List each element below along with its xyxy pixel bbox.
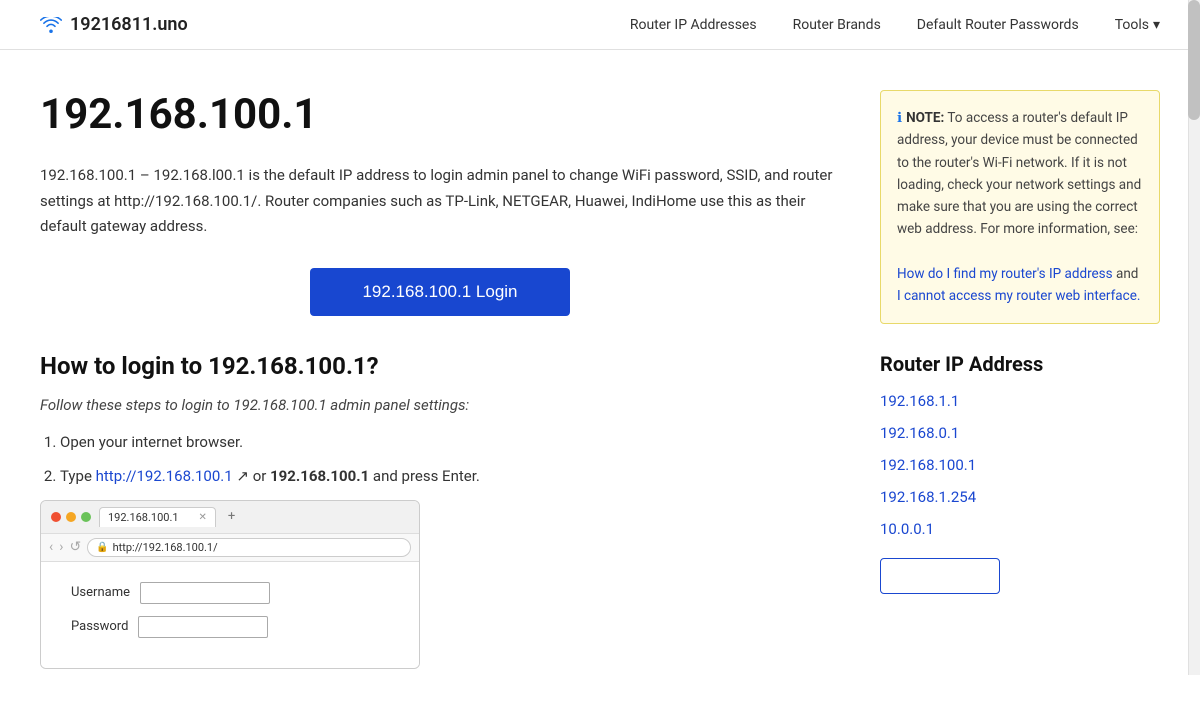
step-2-link[interactable]: http://192.168.100.1 bbox=[96, 467, 233, 485]
ip-link-192-168-0-1[interactable]: 192.168.0.1 bbox=[880, 424, 959, 442]
list-item: 192.168.1.254 bbox=[880, 488, 1160, 506]
browser-body: Username Password bbox=[41, 562, 419, 668]
ip-description: 192.168.100.1 – 192.168.l00.1 is the def… bbox=[40, 163, 840, 240]
note-link-find-ip[interactable]: How do I find my router's IP address bbox=[897, 266, 1113, 282]
nav-default-router-passwords[interactable]: Default Router Passwords bbox=[917, 17, 1079, 33]
note-label: NOTE: bbox=[906, 110, 944, 126]
password-label: Password bbox=[71, 619, 128, 634]
list-item: 192.168.100.1 bbox=[880, 456, 1160, 474]
main-content: 192.168.100.1 192.168.100.1 – 192.168.l0… bbox=[40, 90, 840, 669]
step-2-after: and press Enter. bbox=[369, 467, 480, 485]
info-icon: ℹ bbox=[897, 110, 902, 126]
steps-intro: Follow these steps to login to 192.168.1… bbox=[40, 396, 840, 414]
step-2-middle: or bbox=[249, 467, 270, 485]
scrollbar-track bbox=[1188, 0, 1200, 675]
browser-mockup: 192.168.100.1 ✕ + ‹ › ↺ 🔒 http://192.168… bbox=[40, 500, 420, 669]
list-item: 192.168.1.1 bbox=[880, 392, 1160, 410]
ip-link-10-0-0-1[interactable]: 10.0.0.1 bbox=[880, 520, 934, 538]
wifi-icon bbox=[40, 17, 62, 33]
username-label: Username bbox=[71, 585, 130, 600]
browser-urlbar-row: ‹ › ↺ 🔒 http://192.168.100.1/ bbox=[41, 534, 419, 562]
step-1-text: Open your internet browser. bbox=[60, 433, 243, 451]
how-to-title: How to login to 192.168.100.1? bbox=[40, 352, 840, 380]
site-logo[interactable]: 19216811.uno bbox=[40, 14, 188, 35]
nav-links: Router IP Addresses Router Brands Defaul… bbox=[630, 17, 1160, 33]
logo-text: 19216811.uno bbox=[70, 14, 188, 35]
browser-urlbar: 🔒 http://192.168.100.1/ bbox=[87, 538, 411, 557]
login-form-mock: Username Password bbox=[71, 582, 389, 638]
ip-title: 192.168.100.1 bbox=[40, 90, 840, 139]
list-item: 192.168.0.1 bbox=[880, 424, 1160, 442]
step-2-external-icon: ↗ bbox=[233, 467, 249, 485]
browser-dots bbox=[51, 512, 91, 522]
username-row: Username bbox=[71, 582, 389, 604]
ip-link-192-168-1-1[interactable]: 192.168.1.1 bbox=[880, 392, 959, 410]
browser-tab-close-icon: ✕ bbox=[199, 512, 207, 523]
ip-link-list: 192.168.1.1 192.168.0.1 192.168.100.1 19… bbox=[880, 392, 1160, 538]
note-connector: and bbox=[1116, 266, 1138, 282]
login-button[interactable]: 192.168.100.1 Login bbox=[310, 268, 570, 316]
browser-forward-icon: › bbox=[59, 539, 63, 555]
step-2-before: Type bbox=[60, 467, 96, 485]
step-2-bold: 192.168.100.1 bbox=[270, 467, 369, 485]
dot-red bbox=[51, 512, 61, 522]
browser-url-text: http://192.168.100.1/ bbox=[113, 541, 218, 554]
tools-chevron-icon: ▾ bbox=[1153, 17, 1160, 33]
password-row: Password bbox=[71, 616, 389, 638]
nav-tools-menu[interactable]: Tools ▾ bbox=[1115, 17, 1160, 33]
browser-reload-icon: ↺ bbox=[69, 539, 81, 555]
browser-tab: 192.168.100.1 ✕ bbox=[99, 507, 216, 527]
dot-green bbox=[81, 512, 91, 522]
navbar: 19216811.uno Router IP Addresses Router … bbox=[0, 0, 1200, 50]
nav-router-brands[interactable]: Router Brands bbox=[793, 17, 881, 33]
ip-link-192-168-100-1[interactable]: 192.168.100.1 bbox=[880, 456, 976, 474]
ip-link-192-168-1-254[interactable]: 192.168.1.254 bbox=[880, 488, 976, 506]
router-ip-section-title: Router IP Address bbox=[880, 352, 1160, 376]
tools-label: Tools bbox=[1115, 17, 1149, 33]
browser-back-icon: ‹ bbox=[49, 539, 53, 555]
partial-button[interactable] bbox=[880, 558, 1000, 594]
browser-topbar: 192.168.100.1 ✕ + bbox=[41, 501, 419, 534]
list-item: 10.0.0.1 bbox=[880, 520, 1160, 538]
page-container: 192.168.100.1 192.168.100.1 – 192.168.l0… bbox=[20, 50, 1180, 709]
browser-secure-icon: 🔒 bbox=[96, 542, 108, 553]
password-input[interactable] bbox=[138, 616, 268, 638]
note-text: To access a router's default IP address,… bbox=[897, 110, 1141, 237]
dot-yellow bbox=[66, 512, 76, 522]
step-1: Open your internet browser. bbox=[60, 430, 840, 454]
browser-tab-plus-icon: + bbox=[228, 509, 235, 524]
scrollbar-thumb[interactable] bbox=[1188, 0, 1200, 120]
note-box: ℹNOTE: To access a router's default IP a… bbox=[880, 90, 1160, 324]
steps-list: Open your internet browser. Type http://… bbox=[60, 430, 840, 488]
note-link-cannot-access[interactable]: I cannot access my router web interface. bbox=[897, 288, 1140, 304]
nav-router-ip-addresses[interactable]: Router IP Addresses bbox=[630, 17, 757, 33]
step-2: Type http://192.168.100.1 ↗ or 192.168.1… bbox=[60, 464, 840, 488]
sidebar: ℹNOTE: To access a router's default IP a… bbox=[880, 90, 1160, 669]
username-input[interactable] bbox=[140, 582, 270, 604]
browser-tab-text: 192.168.100.1 bbox=[108, 511, 179, 524]
